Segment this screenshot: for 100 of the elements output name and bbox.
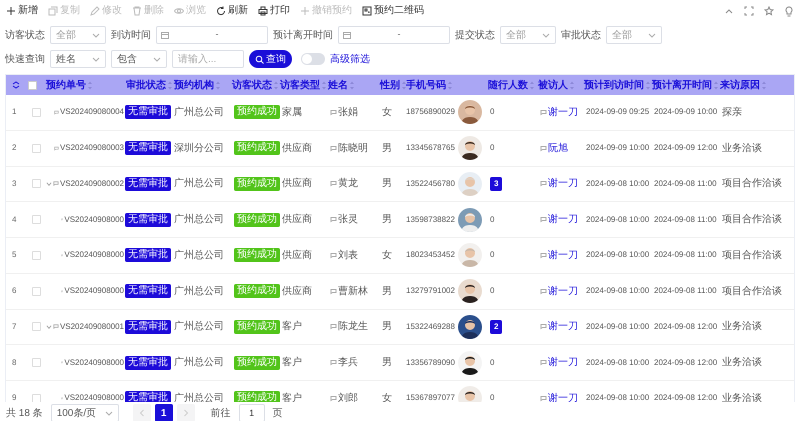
host-link[interactable]: 谢一刀 xyxy=(548,319,578,334)
comment-icon xyxy=(540,323,547,330)
column-header[interactable]: 被访人 xyxy=(538,78,568,92)
checkbox[interactable] xyxy=(32,179,41,188)
host-link[interactable]: 谢一刀 xyxy=(548,212,578,228)
search-field[interactable]: 请输入... xyxy=(172,50,244,68)
page-size-select[interactable]: 100条/页 xyxy=(50,404,119,421)
comment-icon xyxy=(540,394,547,402)
status-badge: 无需审批 xyxy=(125,248,171,262)
table-cell: 2024-09-09 10:00 xyxy=(654,106,718,118)
sort-icon[interactable] xyxy=(273,80,279,90)
table-cell-text: 深圳分公司 xyxy=(174,142,224,156)
column-header[interactable]: 姓名 xyxy=(328,78,348,92)
column-header[interactable]: 预约机构 xyxy=(174,78,214,92)
status-badge: 无需审批 xyxy=(125,356,171,370)
host-link[interactable]: 谢一刀 xyxy=(548,284,578,299)
host-link[interactable]: 谢一刀 xyxy=(548,176,578,192)
star-icon[interactable] xyxy=(764,6,774,16)
checkbox[interactable] xyxy=(32,358,41,368)
table-cell-text: 供应商 xyxy=(282,176,312,192)
column-header[interactable]: 审批状态 xyxy=(126,78,166,92)
search-button[interactable]: 查询 xyxy=(249,50,292,68)
comment-icon xyxy=(330,394,337,402)
table-cell-text: 供应商 xyxy=(282,284,312,299)
printer-icon xyxy=(258,6,268,16)
sort-icon[interactable] xyxy=(713,80,719,90)
row-number: 2 xyxy=(12,142,16,154)
table-cell-text: 供应商 xyxy=(282,212,312,228)
table-cell: 2024-09-08 12:00 xyxy=(654,392,718,403)
column-header[interactable]: 预计离开时间 xyxy=(652,78,712,92)
sort-icon[interactable] xyxy=(349,80,355,90)
sort-icon[interactable] xyxy=(529,80,535,90)
column-header[interactable]: 随行人数 xyxy=(488,78,528,92)
comment-icon xyxy=(330,180,337,188)
comment-icon xyxy=(540,144,547,152)
checkbox[interactable] xyxy=(32,108,41,117)
fullscreen-icon[interactable] xyxy=(744,6,754,16)
table-cell: 2024-09-08 10:00 xyxy=(586,214,650,226)
table-cell: 2024-09-08 11:00 xyxy=(654,214,717,226)
table-cell-text: 业务洽谈 xyxy=(722,356,762,370)
column-header[interactable]: 访客类型 xyxy=(280,78,320,92)
table-cell: 0 xyxy=(490,106,494,118)
checkbox[interactable] xyxy=(32,286,41,296)
host-link[interactable]: 谢一刀 xyxy=(548,390,578,403)
select-field[interactable]: 姓名 xyxy=(50,50,106,68)
trash-icon xyxy=(132,6,142,16)
column-header[interactable]: 手机号码 xyxy=(406,78,446,92)
page-number-field[interactable]: 1 xyxy=(238,404,265,421)
toolbar-button[interactable]: 刷新 xyxy=(216,6,248,16)
sort-icon[interactable] xyxy=(87,80,93,90)
caret-icon[interactable] xyxy=(46,180,52,187)
sort-icon[interactable] xyxy=(569,80,575,90)
checkbox[interactable] xyxy=(28,80,37,90)
column-header[interactable]: 预计到访时间 xyxy=(584,78,644,92)
column-header[interactable]: 性别 xyxy=(380,78,400,92)
toggle-label: 高级筛选 xyxy=(330,52,370,66)
date-range-field[interactable]: - xyxy=(156,26,268,44)
table-cell-text: 项目合作洽谈 xyxy=(722,284,782,299)
sort-icon[interactable] xyxy=(215,80,221,90)
page-button[interactable]: 1 xyxy=(154,404,173,421)
column-header[interactable]: 访客状态 xyxy=(232,78,272,92)
chevron-down-icon xyxy=(92,56,100,62)
sort-icon[interactable] xyxy=(167,80,173,90)
sort-icon[interactable] xyxy=(321,80,327,90)
sort-icon[interactable] xyxy=(645,80,651,90)
sort-icon[interactable] xyxy=(401,80,407,90)
date-range-field[interactable]: - xyxy=(338,26,450,44)
refresh-icon xyxy=(216,6,226,16)
table-cell: 18756890029 xyxy=(406,106,455,118)
toolbar-button[interactable]: 预约二维码 xyxy=(362,6,424,16)
column-settings-icon[interactable] xyxy=(12,81,20,89)
filter-label: 访客状态 xyxy=(5,28,45,42)
previous-page-button[interactable] xyxy=(132,404,151,421)
next-page-button[interactable] xyxy=(176,404,195,421)
sort-icon[interactable] xyxy=(447,80,453,90)
sort-icon[interactable] xyxy=(761,80,767,90)
calendar-icon xyxy=(343,31,351,39)
host-link[interactable]: 谢一刀 xyxy=(548,248,578,263)
toolbar-button[interactable]: 打印 xyxy=(258,6,290,16)
table-cell-text: 广州总公司 xyxy=(174,248,224,263)
toggle-switch[interactable] xyxy=(301,53,325,65)
table-cell: 2024-09-08 10:00 xyxy=(586,320,650,333)
checkbox[interactable] xyxy=(32,250,41,260)
toolbar-button[interactable]: 新增 xyxy=(6,6,38,16)
table-cell-text: 刘郎 xyxy=(338,392,358,403)
column-header[interactable]: 预约单号 xyxy=(46,78,86,92)
host-link[interactable]: 阮旭 xyxy=(548,140,568,156)
count-badge: 3 xyxy=(490,176,502,191)
host-link[interactable]: 谢一刀 xyxy=(548,104,578,120)
checkbox[interactable] xyxy=(32,215,41,224)
column-header[interactable]: 来访原因 xyxy=(720,78,760,92)
host-link[interactable]: 谢一刀 xyxy=(548,355,578,370)
caret-icon[interactable] xyxy=(46,324,52,330)
select-field[interactable]: 包含 xyxy=(111,50,167,68)
lightbulb-icon[interactable] xyxy=(784,6,794,16)
table-cell-text: 广州总公司 xyxy=(174,106,224,120)
checkbox[interactable] xyxy=(32,322,41,332)
checkbox[interactable] xyxy=(32,144,41,153)
checkbox[interactable] xyxy=(32,394,41,403)
filter-label: 到访时间 xyxy=(111,28,151,42)
